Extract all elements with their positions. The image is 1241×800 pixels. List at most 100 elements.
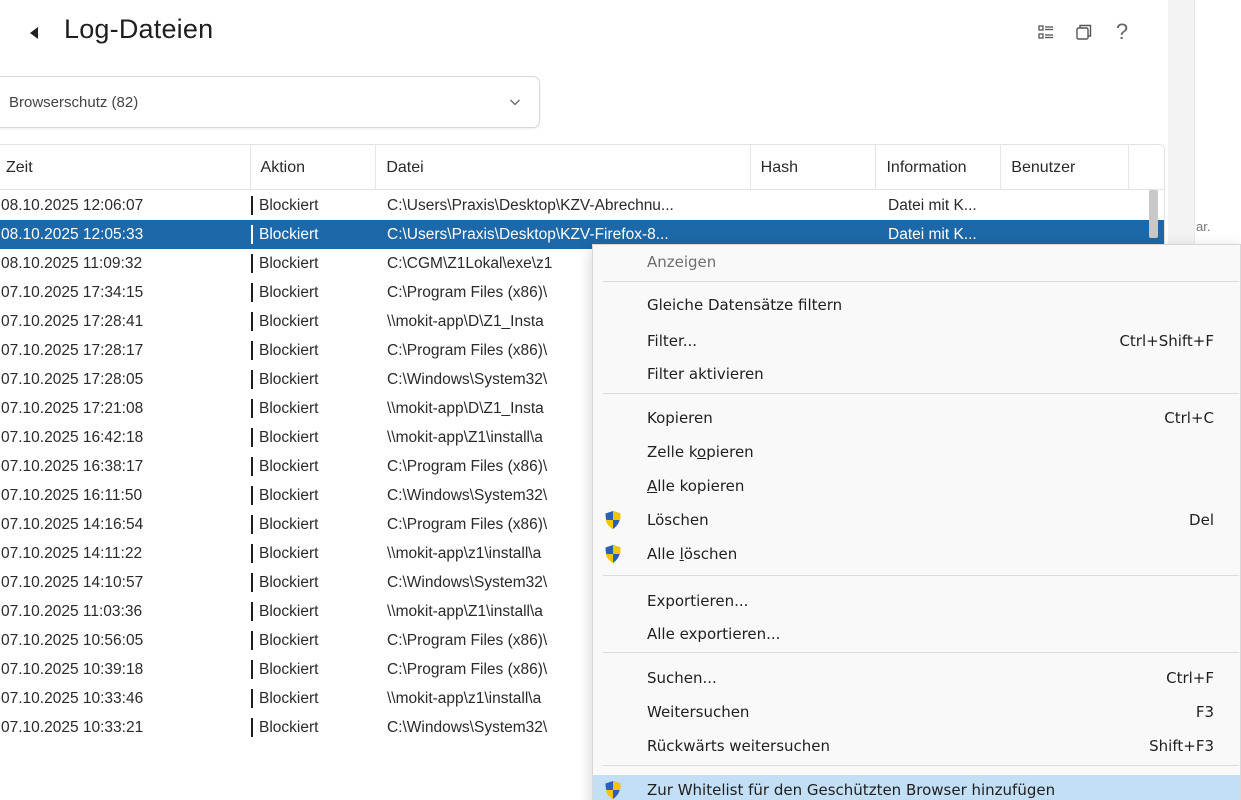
menu-item-suchen[interactable]: Suchen... Ctrl+F — [593, 663, 1240, 693]
help-icon[interactable]: ? — [1103, 18, 1141, 46]
cell-zeit: 07.10.2025 16:38:17 — [1, 458, 144, 475]
menu-item-kopieren[interactable]: Kopieren Ctrl+C — [593, 403, 1240, 433]
side-panel-text: ar. — [1196, 219, 1211, 234]
cell-aktion: Blockiert — [251, 568, 377, 597]
cell-aktion: Blockiert — [251, 220, 377, 249]
cell-information: Datei mit K... — [888, 197, 977, 214]
menu-item-filter[interactable]: Filter... Ctrl+Shift+F — [593, 326, 1240, 356]
menu-item-shortcut: Ctrl+C — [1164, 409, 1214, 427]
log-category-select[interactable]: Browserschutz (82) — [0, 76, 540, 128]
menu-separator — [603, 281, 1239, 282]
menu-item-label: Alle exportieren... — [647, 625, 781, 643]
app-window: ar. Log-Dateien ? Browserschutz (82) Zei… — [0, 0, 1241, 800]
menu-item-label: Weitersuchen — [647, 703, 750, 721]
menu-item-filter-aktivieren[interactable]: Filter aktivieren — [593, 359, 1240, 389]
cell-zeit: 07.10.2025 10:56:05 — [1, 632, 144, 649]
menu-item-zur-whitelist-für-den-geschützten-browser-hinzufügen[interactable]: Zur Whitelist für den Geschützten Browse… — [593, 775, 1240, 800]
menu-item-exportieren[interactable]: Exportieren... — [593, 586, 1240, 616]
column-header-aktion[interactable]: Aktion — [251, 145, 377, 190]
chevron-down-icon — [510, 99, 520, 106]
menu-item-label: Exportieren... — [647, 592, 749, 610]
cell-zeit: 08.10.2025 11:09:32 — [1, 255, 143, 272]
menu-item-label: Alle kopieren — [647, 477, 745, 495]
table-scrollbar-thumb[interactable] — [1149, 190, 1158, 238]
cell-zeit: 07.10.2025 11:03:36 — [1, 603, 143, 620]
menu-item-label: Filter aktivieren — [647, 365, 764, 383]
back-arrow-icon[interactable] — [27, 22, 41, 44]
cell-zeit: 07.10.2025 14:16:54 — [1, 516, 144, 533]
log-category-value: Browserschutz (82) — [9, 93, 139, 111]
menu-item-label: Zelle kopieren — [647, 443, 754, 461]
cell-aktion: Blockiert — [251, 655, 377, 684]
menu-item-gleiche-datensätze-filtern[interactable]: Gleiche Datensätze filtern — [593, 290, 1240, 320]
menu-item-label: Alle löschen — [647, 545, 738, 563]
menu-item-label: Kopieren — [647, 409, 713, 427]
menu-item-alle-löschen[interactable]: Alle löschen — [593, 539, 1240, 569]
cell-aktion: Blockiert — [251, 539, 377, 568]
menu-separator — [603, 765, 1239, 766]
menu-item-zelle-kopieren[interactable]: Zelle kopieren — [593, 437, 1240, 467]
cell-zeit: 07.10.2025 16:42:18 — [1, 429, 144, 446]
cell-datei: C:\Users\Praxis\Desktop\KZV-Abrechnu... — [387, 197, 674, 214]
menu-separator — [603, 652, 1239, 653]
cell-aktion: Blockiert — [251, 423, 377, 452]
cell-zeit: 07.10.2025 16:11:50 — [1, 487, 143, 504]
column-header-information[interactable]: Information — [876, 145, 1002, 190]
cell-benutzer — [1003, 191, 1131, 220]
cell-zeit: 07.10.2025 14:11:22 — [1, 545, 143, 562]
column-header-zeit[interactable]: Zeit — [0, 145, 251, 190]
cell-zeit: 07.10.2025 10:33:46 — [1, 690, 144, 707]
menu-separator — [603, 575, 1239, 576]
cell-aktion: Blockiert — [251, 510, 377, 539]
column-header-hash[interactable]: Hash — [751, 145, 877, 190]
menu-item-shortcut: Shift+F3 — [1149, 737, 1214, 755]
menu-item-label: Löschen — [647, 511, 709, 529]
column-header-benutzer[interactable]: Benutzer — [1001, 145, 1130, 190]
cell-aktion: Blockiert — [251, 365, 377, 394]
cell-zeit: 07.10.2025 17:21:08 — [1, 400, 144, 417]
menu-item-label: Rückwärts weitersuchen — [647, 737, 831, 755]
menu-item-label: Filter... — [647, 332, 698, 350]
column-header-spacer — [1129, 145, 1164, 190]
menu-item-rückwärts-weitersuchen[interactable]: Rückwärts weitersuchen Shift+F3 — [593, 731, 1240, 761]
cell-aktion: Blockiert — [251, 394, 377, 423]
cell-aktion: Blockiert — [251, 684, 377, 713]
menu-item-label: Anzeigen — [647, 253, 717, 271]
menu-item-label: Zur Whitelist für den Geschützten Browse… — [647, 781, 1056, 799]
menu-item-alle-kopieren[interactable]: Alle kopieren — [593, 471, 1240, 501]
page-title: Log-Dateien — [64, 14, 214, 44]
uac-shield-icon — [603, 544, 623, 564]
table-row[interactable]: 08.10.2025 12:06:07 Blockiert C:\Users\Pra… — [0, 191, 1164, 220]
context-menu: Anzeigen Gleiche Datensätze filtern Filter… — [592, 244, 1241, 800]
menu-item-shortcut: Ctrl+Shift+F — [1119, 332, 1214, 350]
menu-item-anzeigen: Anzeigen — [593, 247, 1240, 277]
restore-window-icon[interactable] — [1065, 18, 1103, 46]
menu-separator — [603, 393, 1239, 394]
menu-item-weitersuchen[interactable]: Weitersuchen F3 — [593, 697, 1240, 727]
menu-item-label: Gleiche Datensätze filtern — [647, 296, 843, 314]
menu-item-löschen[interactable]: Löschen Del — [593, 505, 1240, 535]
column-header-datei[interactable]: Datei — [376, 145, 751, 190]
menu-item-alle-exportieren[interactable]: Alle exportieren... — [593, 619, 1240, 649]
uac-shield-icon — [603, 510, 623, 530]
cell-aktion: Blockiert — [251, 626, 377, 655]
cell-aktion: Blockiert — [251, 336, 377, 365]
cell-aktion: Blockiert — [251, 249, 377, 278]
cell-zeit: 07.10.2025 17:34:15 — [1, 284, 144, 301]
cell-zeit: 08.10.2025 12:05:33 — [1, 226, 144, 243]
cell-aktion: Blockiert — [251, 597, 377, 626]
menu-item-shortcut: Ctrl+F — [1166, 669, 1214, 687]
cell-aktion: Blockiert — [251, 191, 377, 220]
cell-aktion: Blockiert — [251, 307, 377, 336]
table-header: Zeit Aktion Datei Hash Information Benut… — [0, 145, 1164, 190]
cell-hash — [752, 191, 878, 220]
cell-zeit: 07.10.2025 10:39:18 — [1, 661, 144, 678]
view-toggle-icon[interactable] — [1027, 18, 1065, 46]
top-toolbar: ? — [1027, 18, 1141, 46]
cell-aktion: Blockiert — [251, 713, 377, 742]
cell-zeit: 07.10.2025 17:28:41 — [1, 313, 144, 330]
cell-aktion: Blockiert — [251, 481, 377, 510]
cell-zeit: 08.10.2025 12:06:07 — [1, 197, 144, 214]
cell-zeit: 07.10.2025 17:28:17 — [1, 342, 144, 359]
cell-aktion: Blockiert — [251, 278, 377, 307]
